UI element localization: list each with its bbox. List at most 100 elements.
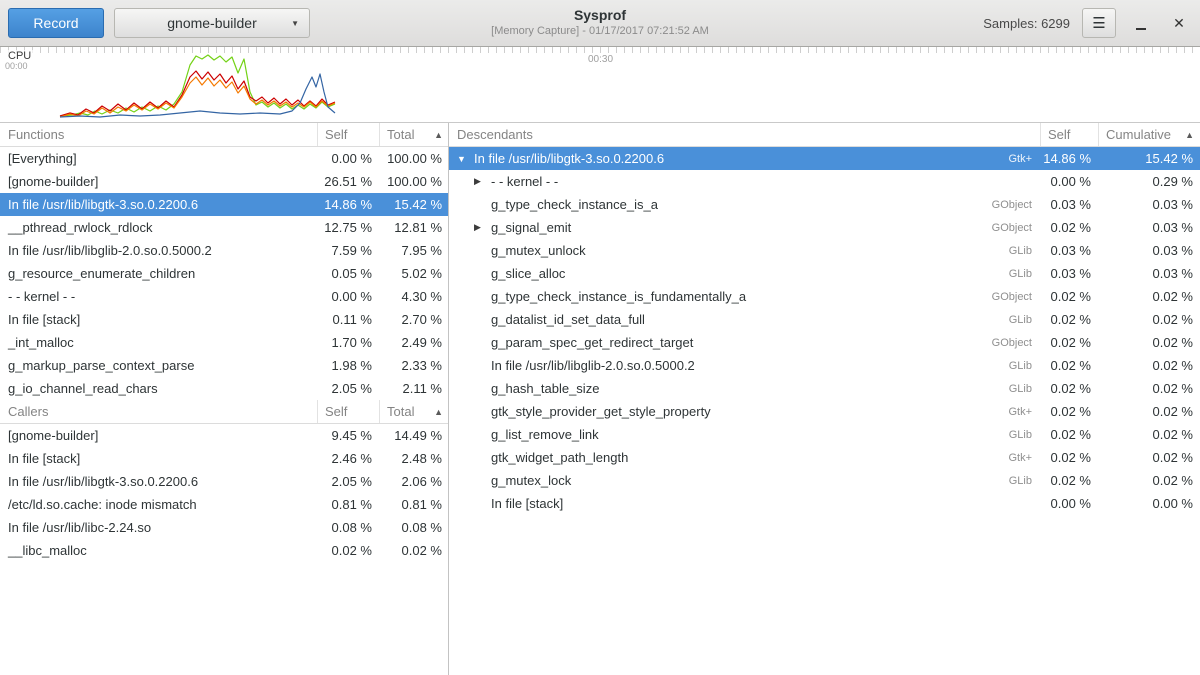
descendants-row[interactable]: g_slice_allocGLib0.03 %0.03 % xyxy=(449,262,1200,285)
functions-row[interactable]: - - kernel - -0.00 %4.30 % xyxy=(0,285,448,308)
cumulative-percent: 0.02 % xyxy=(1098,335,1200,350)
descendants-row[interactable]: gtk_widget_path_lengthGtk+0.02 %0.02 % xyxy=(449,446,1200,469)
function-name: g_markup_parse_context_parse xyxy=(0,358,317,373)
callers-column-header[interactable]: Callers xyxy=(0,404,317,419)
sort-indicator-icon: ▲ xyxy=(434,407,443,417)
self-percent: 0.02 % xyxy=(1040,450,1098,465)
cumulative-column-header[interactable]: Cumulative ▲ xyxy=(1098,123,1200,146)
function-name: g_resource_enumerate_children xyxy=(0,266,317,281)
descendants-row[interactable]: In file [stack]0.00 %0.00 % xyxy=(449,492,1200,515)
descendant-name-cell: g_mutex_unlockGLib xyxy=(449,243,1040,258)
functions-row[interactable]: In file [stack]0.11 %2.70 % xyxy=(0,308,448,331)
descendants-row[interactable]: In file /usr/lib/libglib-2.0.so.0.5000.2… xyxy=(449,354,1200,377)
descendant-name-cell: g_type_check_instance_is_aGObject xyxy=(449,197,1040,212)
callers-total-column-header[interactable]: Total ▲ xyxy=(379,400,448,423)
functions-row[interactable]: g_io_channel_read_chars2.05 %2.11 % xyxy=(0,377,448,400)
process-selector-dropdown[interactable]: gnome-builder ▼ xyxy=(114,8,310,38)
function-name: g_slice_alloc xyxy=(491,266,1009,281)
headerbar: Record gnome-builder ▼ Sysprof [Memory C… xyxy=(0,0,1200,47)
headerbar-right: Samples: 6299 ☰ ✕ xyxy=(983,8,1192,38)
descendants-row[interactable]: ▶g_signal_emitGObject0.02 %0.03 % xyxy=(449,216,1200,239)
callers-row[interactable]: [gnome-builder]9.45 %14.49 % xyxy=(0,424,448,447)
callers-self-column-header[interactable]: Self xyxy=(317,400,379,423)
descendants-row[interactable]: g_param_spec_get_redirect_targetGObject0… xyxy=(449,331,1200,354)
descendants-self-column-header[interactable]: Self xyxy=(1040,123,1098,146)
self-percent: 2.05 % xyxy=(317,381,379,396)
self-percent: 0.03 % xyxy=(1040,197,1098,212)
cumulative-percent: 15.42 % xyxy=(1098,151,1200,166)
library-badge: Gtk+ xyxy=(1008,153,1032,165)
total-percent: 2.48 % xyxy=(379,451,448,466)
function-name: gtk_widget_path_length xyxy=(491,450,1008,465)
sort-indicator-icon: ▲ xyxy=(434,130,443,140)
library-badge: GLib xyxy=(1009,245,1032,257)
descendants-row[interactable]: g_list_remove_linkGLib0.02 %0.02 % xyxy=(449,423,1200,446)
descendants-column-header[interactable]: Descendants xyxy=(449,127,1040,142)
total-percent: 14.49 % xyxy=(379,428,448,443)
functions-row[interactable]: [gnome-builder]26.51 %100.00 % xyxy=(0,170,448,193)
self-percent: 9.45 % xyxy=(317,428,379,443)
function-name: [gnome-builder] xyxy=(0,428,317,443)
function-name: In file /usr/lib/libc-2.24.so xyxy=(0,520,317,535)
expand-arrow-icon[interactable]: ▶ xyxy=(474,176,491,187)
descendants-row[interactable]: ▶- - kernel - -0.00 %0.29 % xyxy=(449,170,1200,193)
timeline-ruler xyxy=(0,47,1200,53)
descendants-row[interactable]: g_mutex_unlockGLib0.03 %0.03 % xyxy=(449,239,1200,262)
descendant-name-cell: g_datalist_id_set_data_fullGLib xyxy=(449,312,1040,327)
library-badge: GLib xyxy=(1009,360,1032,372)
callers-row[interactable]: /etc/ld.so.cache: inode mismatch0.81 %0.… xyxy=(0,493,448,516)
total-percent: 2.70 % xyxy=(379,312,448,327)
self-percent: 0.02 % xyxy=(1040,427,1098,442)
self-percent: 0.00 % xyxy=(1040,496,1098,511)
expand-arrow-icon[interactable]: ▶ xyxy=(474,222,491,233)
menu-button[interactable]: ☰ xyxy=(1082,8,1116,38)
minimize-button[interactable] xyxy=(1128,10,1154,36)
cpu-graph[interactable]: CPU 00:00 00:30 xyxy=(0,47,1200,122)
descendants-row[interactable]: g_mutex_lockGLib0.02 %0.02 % xyxy=(449,469,1200,492)
function-name: In file /usr/lib/libglib-2.0.so.0.5000.2 xyxy=(491,358,1009,373)
total-percent: 0.81 % xyxy=(379,497,448,512)
collapse-arrow-icon[interactable]: ▼ xyxy=(457,154,474,164)
self-percent: 0.05 % xyxy=(317,266,379,281)
total-column-header[interactable]: Total ▲ xyxy=(379,123,448,146)
callers-list: [gnome-builder]9.45 %14.49 %In file [sta… xyxy=(0,424,448,562)
functions-row[interactable]: g_markup_parse_context_parse1.98 %2.33 % xyxy=(0,354,448,377)
total-percent: 12.81 % xyxy=(379,220,448,235)
minimize-icon xyxy=(1136,28,1146,30)
left-pane: Functions Self Total ▲ [Everything]0.00 … xyxy=(0,123,449,675)
functions-row[interactable]: _int_malloc1.70 %2.49 % xyxy=(0,331,448,354)
process-selector-label: gnome-builder xyxy=(167,15,257,31)
descendants-row[interactable]: ▼In file /usr/lib/libgtk-3.so.0.2200.6Gt… xyxy=(449,147,1200,170)
callers-row[interactable]: In file [stack]2.46 %2.48 % xyxy=(0,447,448,470)
record-button[interactable]: Record xyxy=(8,8,104,38)
library-badge: Gtk+ xyxy=(1008,452,1032,464)
close-button[interactable]: ✕ xyxy=(1166,10,1192,36)
functions-row[interactable]: g_resource_enumerate_children0.05 %5.02 … xyxy=(0,262,448,285)
descendants-row[interactable]: g_hash_table_sizeGLib0.02 %0.02 % xyxy=(449,377,1200,400)
functions-row[interactable]: __pthread_rwlock_rdlock12.75 %12.81 % xyxy=(0,216,448,239)
descendants-row[interactable]: gtk_style_provider_get_style_propertyGtk… xyxy=(449,400,1200,423)
self-percent: 0.02 % xyxy=(1040,220,1098,235)
self-percent: 0.81 % xyxy=(317,497,379,512)
cumulative-percent: 0.02 % xyxy=(1098,404,1200,419)
timeline-start-label: 00:00 xyxy=(5,61,28,71)
self-percent: 0.08 % xyxy=(317,520,379,535)
self-column-header[interactable]: Self xyxy=(317,123,379,146)
callers-row[interactable]: __libc_malloc0.02 %0.02 % xyxy=(0,539,448,562)
sort-indicator-icon: ▲ xyxy=(1185,130,1194,140)
cumulative-percent: 0.03 % xyxy=(1098,197,1200,212)
functions-row[interactable]: [Everything]0.00 %100.00 % xyxy=(0,147,448,170)
callers-row[interactable]: In file /usr/lib/libgtk-3.so.0.2200.62.0… xyxy=(0,470,448,493)
descendant-name-cell: g_type_check_instance_is_fundamentally_a… xyxy=(449,289,1040,304)
function-name: - - kernel - - xyxy=(0,289,317,304)
functions-column-header[interactable]: Functions xyxy=(0,127,317,142)
window-subtitle: [Memory Capture] - 01/17/2017 07:21:52 A… xyxy=(491,24,709,38)
descendants-row[interactable]: g_datalist_id_set_data_fullGLib0.02 %0.0… xyxy=(449,308,1200,331)
functions-row[interactable]: In file /usr/lib/libgtk-3.so.0.2200.614.… xyxy=(0,193,448,216)
callers-row[interactable]: In file /usr/lib/libc-2.24.so0.08 %0.08 … xyxy=(0,516,448,539)
descendants-row[interactable]: g_type_check_instance_is_fundamentally_a… xyxy=(449,285,1200,308)
self-percent: 12.75 % xyxy=(317,220,379,235)
cumulative-percent: 0.02 % xyxy=(1098,473,1200,488)
functions-row[interactable]: In file /usr/lib/libglib-2.0.so.0.5000.2… xyxy=(0,239,448,262)
descendants-row[interactable]: g_type_check_instance_is_aGObject0.03 %0… xyxy=(449,193,1200,216)
